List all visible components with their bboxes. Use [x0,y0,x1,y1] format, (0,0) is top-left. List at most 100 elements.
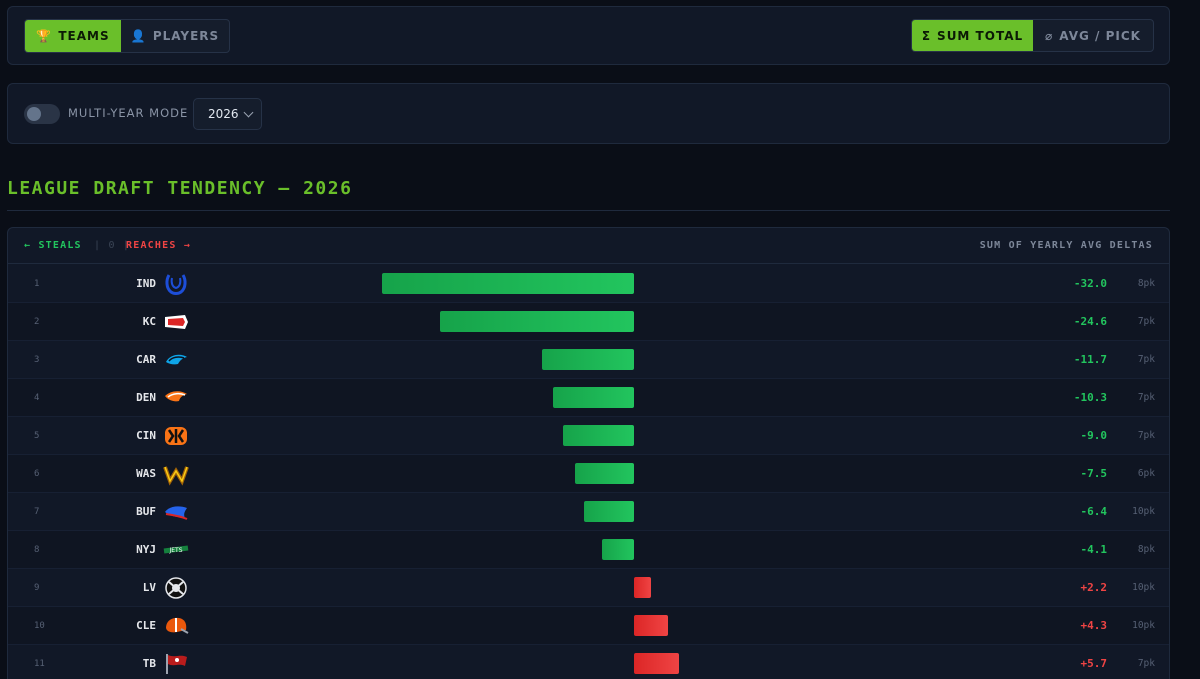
chart-row[interactable]: 5 CIN -9.0 7pk [8,417,1169,455]
bar [601,539,634,560]
legend-reaches: REACHES → [126,240,191,251]
rank-label: 11 [34,659,45,669]
pick-count-label: 10pk [1132,620,1155,631]
value-label: +4.3 [1080,619,1108,632]
multi-year-toggle[interactable] [24,104,60,124]
car-panther-icon [163,348,189,372]
tab-players[interactable]: 👤 PLAYERS [121,20,229,52]
pick-count-label: 7pk [1137,430,1155,441]
kc-arrowhead-icon [163,310,189,334]
person-icon: 👤 [130,29,147,43]
chevron-down-icon [243,107,254,118]
value-label: -10.3 [1073,391,1107,404]
bar [440,311,634,332]
rank-label: 5 [34,431,40,441]
chart-row[interactable]: 3 CAR -11.7 7pk [8,341,1169,379]
sum-total-button[interactable]: Σ SUM TOTAL [912,20,1033,51]
pick-count-label: 10pk [1132,582,1155,593]
year-select[interactable]: 2026 [193,98,262,130]
bar [563,425,634,446]
svg-text:JETS: JETS [168,547,182,554]
cin-stripes-icon [163,424,189,448]
value-column-label: SUM OF YEARLY AVG DELTAS [979,240,1153,251]
chart-row[interactable]: 2 KC -24.6 7pk [8,303,1169,341]
rank-label: 10 [34,621,45,631]
team-abbr-label: CAR [136,353,156,366]
pick-count-label: 7pk [1137,658,1155,669]
view-segmented-control: 🏆 TEAMS 👤 PLAYERS [24,19,230,53]
value-label: +5.7 [1080,657,1108,670]
rank-label: 1 [34,279,40,289]
pick-count-label: 7pk [1137,316,1155,327]
team-abbr-label: TB [142,657,156,670]
pick-count-label: 8pk [1137,278,1155,289]
value-label: -24.6 [1073,315,1107,328]
pick-count-label: 6pk [1137,468,1155,479]
value-label: -4.1 [1080,543,1108,556]
rank-label: 8 [34,545,40,555]
avg-per-pick-label: AVG / PICK [1059,28,1141,43]
value-label: -7.5 [1080,467,1108,480]
team-abbr-label: IND [136,277,156,290]
bar [634,577,652,598]
team-abbr-label: CLE [136,619,156,632]
chart-header: ← STEALS | 0 | REACHES → SUM OF YEARLY A… [8,228,1169,264]
value-label: -11.7 [1073,353,1107,366]
rank-label: 4 [34,393,40,403]
toggle-knob [27,107,41,121]
value-label: +2.2 [1080,581,1108,594]
den-bronco-icon [163,386,189,410]
rank-label: 7 [34,507,40,517]
chart-row[interactable]: 10 CLE +4.3 10pk [8,607,1169,645]
pick-count-label: 8pk [1137,544,1155,555]
filter-panel: MULTI-YEAR MODE 2026 [7,83,1170,144]
rank-label: 6 [34,469,40,479]
buf-bison-icon [163,500,189,524]
chart-row[interactable]: 1 IND -32.0 8pk [8,265,1169,303]
nyj-jets-icon: JETS [163,538,189,562]
value-label: -32.0 [1073,277,1107,290]
bar [382,273,634,294]
tab-teams[interactable]: 🏆 TEAMS [25,20,122,52]
average-icon: ⌀ [1045,28,1054,43]
bar [634,615,668,636]
chart-panel: ← STEALS | 0 | REACHES → SUM OF YEARLY A… [7,227,1170,679]
rank-label: 2 [34,317,40,327]
cle-helmet-icon [163,614,189,638]
lv-shield-icon [163,576,189,600]
chart-row[interactable]: 7 BUF -6.4 10pk [8,493,1169,531]
team-abbr-label: KC [142,315,156,328]
year-select-value: 2026 [208,107,239,121]
sigma-icon: Σ [921,28,932,43]
metric-segmented-control: Σ SUM TOTAL ⌀ AVG / PICK [911,19,1154,52]
sum-total-label: SUM TOTAL [937,28,1024,43]
team-abbr-label: WAS [136,467,156,480]
tab-teams-label: TEAMS [58,29,110,43]
chart-row[interactable]: 9 LV +2.2 10pk [8,569,1169,607]
rank-label: 9 [34,583,40,593]
legend-zero: | 0 | [94,240,131,251]
tab-players-label: PLAYERS [152,29,220,43]
bar [541,349,634,370]
trophy-icon: 🏆 [36,29,53,43]
bar [552,387,634,408]
bar [634,653,679,674]
pick-count-label: 7pk [1137,354,1155,365]
multi-year-label: MULTI-YEAR MODE [68,106,189,120]
pick-count-label: 10pk [1132,506,1155,517]
was-w-icon [163,462,189,486]
chart-title: LEAGUE DRAFT TENDENCY — 2026 [7,178,353,199]
avg-per-pick-button[interactable]: ⌀ AVG / PICK [1033,20,1153,51]
rank-label: 3 [34,355,40,365]
value-label: -6.4 [1080,505,1108,518]
pick-count-label: 7pk [1137,392,1155,403]
bar [574,463,634,484]
chart-row[interactable]: 6 WAS -7.5 6pk [8,455,1169,493]
bar [583,501,634,522]
chart-row[interactable]: 11 TB +5.7 7pk [8,645,1169,679]
tb-flag-icon [163,652,189,676]
team-abbr-label: BUF [136,505,156,518]
chart-row[interactable]: 4 DEN -10.3 7pk [8,379,1169,417]
chart-row[interactable]: 8 NYJ JETS -4.1 8pk [8,531,1169,569]
legend-steals: ← STEALS [24,240,82,251]
